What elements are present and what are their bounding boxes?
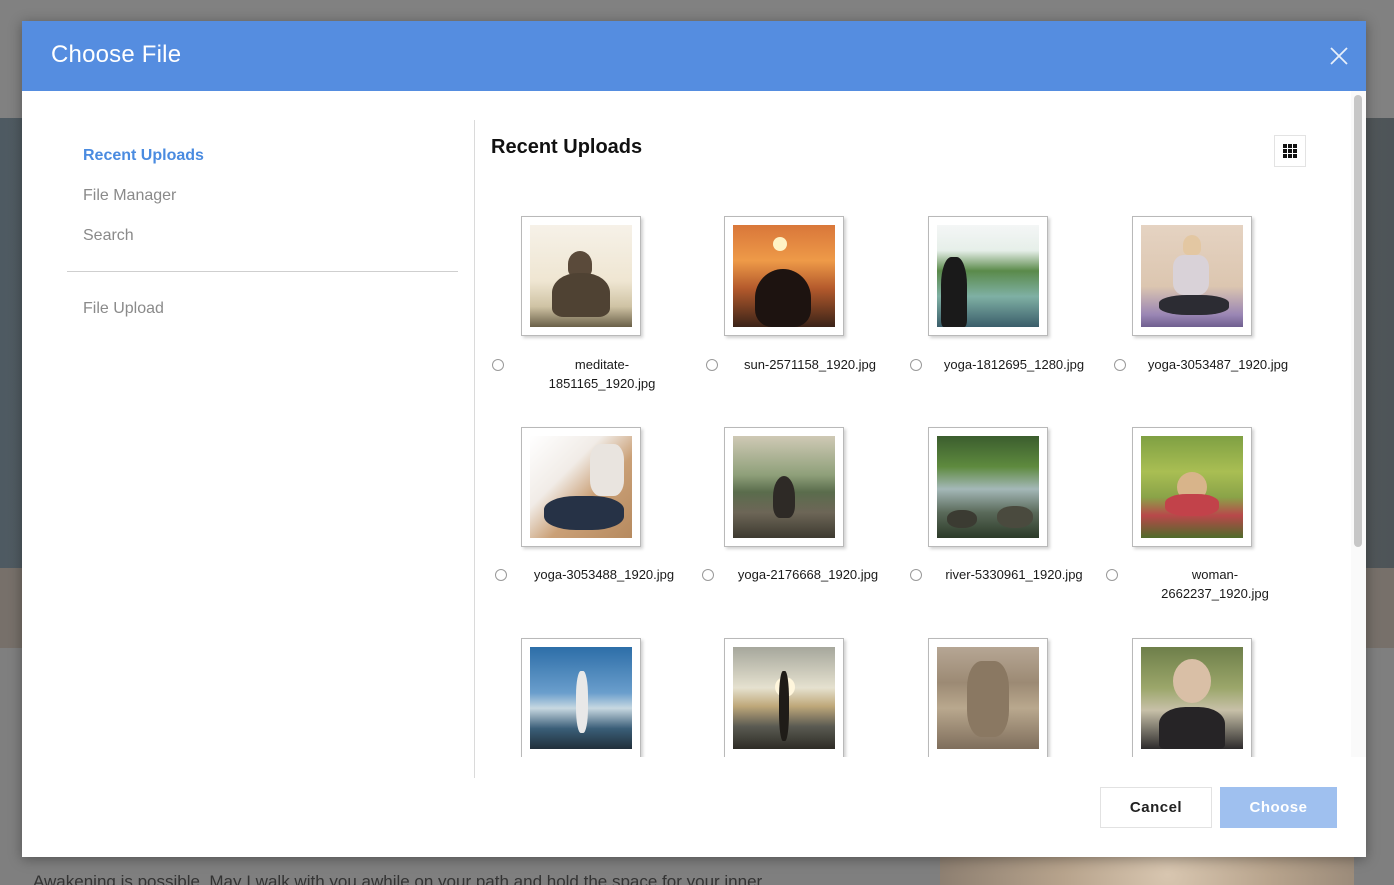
file-radio[interactable]	[1106, 569, 1118, 581]
thumbnail-image	[1141, 647, 1243, 749]
thumbnail-image	[733, 436, 835, 538]
sidebar-item-recent-uploads[interactable]: Recent Uploads	[83, 147, 204, 165]
file-browser: Recent Uploads meditate- 1851165_1920.jpg	[475, 91, 1351, 757]
file-item[interactable]: river-5330961_1920.jpg	[896, 427, 1100, 627]
sidebar: Recent Uploads File Manager Search File …	[67, 118, 460, 778]
file-thumbnail[interactable]	[521, 216, 641, 336]
file-thumbnail[interactable]	[1132, 427, 1252, 547]
file-radio[interactable]	[706, 359, 718, 371]
thumbnail-image	[530, 647, 632, 749]
file-item[interactable]	[692, 638, 896, 757]
thumbnail-image	[1141, 436, 1243, 538]
file-thumbnail[interactable]	[928, 638, 1048, 757]
thumbnail-image	[937, 225, 1039, 327]
file-thumbnail[interactable]	[521, 638, 641, 757]
file-thumbnail[interactable]	[928, 216, 1048, 336]
thumbnail-image	[733, 225, 835, 327]
file-name: yoga-2176668_1920.jpg	[737, 567, 879, 582]
thumbnail-image	[937, 436, 1039, 538]
choose-button[interactable]: Choose	[1220, 787, 1337, 828]
file-item[interactable]: yoga-3053487_1920.jpg	[1100, 216, 1304, 416]
file-radio[interactable]	[1114, 359, 1126, 371]
grid-icon[interactable]	[1274, 135, 1306, 167]
thumbnail-image	[530, 225, 632, 327]
file-radio[interactable]	[495, 569, 507, 581]
file-thumbnail[interactable]	[521, 427, 641, 547]
file-thumbnail[interactable]	[1132, 216, 1252, 336]
modal-title: Choose File	[51, 41, 182, 68]
modal-header: Choose File	[22, 21, 1366, 91]
file-radio[interactable]	[910, 359, 922, 371]
thumbnail-image	[1141, 225, 1243, 327]
thumbnail-image	[937, 647, 1039, 749]
file-item[interactable]: yoga-1812695_1280.jpg	[896, 216, 1100, 416]
file-thumbnail[interactable]	[928, 427, 1048, 547]
file-name: yoga-3053487_1920.jpg	[1147, 357, 1289, 372]
file-item[interactable]	[1100, 638, 1304, 757]
sidebar-item-file-upload[interactable]: File Upload	[83, 300, 164, 318]
choose-file-modal: Choose File Recent Uploads File Manager …	[22, 21, 1366, 857]
file-thumbnail[interactable]	[724, 216, 844, 336]
file-thumbnail[interactable]	[724, 427, 844, 547]
sidebar-item-file-manager[interactable]: File Manager	[83, 187, 176, 205]
file-item[interactable]: yoga-2176668_1920.jpg	[692, 427, 896, 627]
sidebar-divider	[67, 271, 458, 272]
thumbnail-image	[733, 647, 835, 749]
file-name: sun-2571158_1920.jpg	[743, 357, 877, 372]
file-item[interactable]: meditate- 1851165_1920.jpg	[489, 216, 693, 416]
close-icon[interactable]	[1328, 45, 1350, 67]
file-thumbnail[interactable]	[1132, 638, 1252, 757]
cancel-button[interactable]: Cancel	[1100, 787, 1212, 828]
section-title: Recent Uploads	[491, 136, 643, 158]
file-name: woman- 2662237_1920.jpg	[1161, 567, 1269, 601]
file-item[interactable]	[489, 638, 693, 757]
file-item[interactable]	[896, 638, 1100, 757]
file-name: river-5330961_1920.jpg	[945, 567, 1083, 582]
file-radio[interactable]	[492, 359, 504, 371]
file-item[interactable]: sun-2571158_1920.jpg	[692, 216, 896, 416]
scrollbar-thumb[interactable]	[1354, 95, 1362, 547]
file-name: meditate- 1851165_1920.jpg	[548, 357, 656, 391]
sidebar-item-search[interactable]: Search	[83, 227, 134, 245]
file-radio[interactable]	[910, 569, 922, 581]
background-paragraph: Awakening is possible. May I walk with y…	[33, 872, 763, 885]
file-item[interactable]: woman- 2662237_1920.jpg	[1100, 427, 1304, 627]
thumbnail-image	[530, 436, 632, 538]
file-radio[interactable]	[702, 569, 714, 581]
file-item[interactable]: yoga-3053488_1920.jpg	[489, 427, 693, 627]
file-name: yoga-3053488_1920.jpg	[533, 567, 675, 582]
file-thumbnail[interactable]	[724, 638, 844, 757]
file-name: yoga-1812695_1280.jpg	[943, 357, 1085, 372]
